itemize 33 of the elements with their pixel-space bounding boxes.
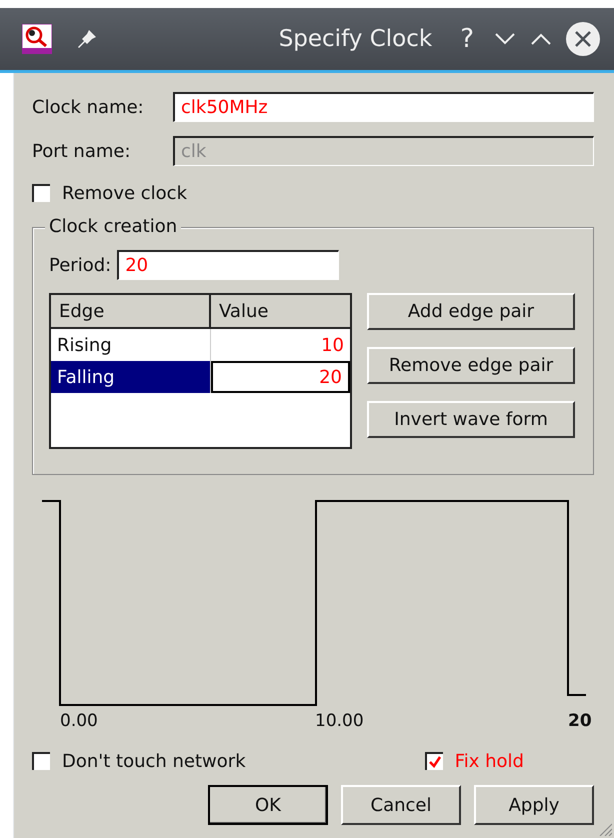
column-header[interactable]: Value (211, 295, 350, 327)
axis-label: 20 (568, 711, 592, 731)
period-field[interactable]: 20 (117, 250, 340, 280)
table-cell[interactable]: 20 (211, 361, 350, 393)
edge-button[interactable]: Add edge pair (367, 293, 575, 330)
checkbox-label: Remove clock (62, 182, 187, 204)
help-button[interactable]: ? (460, 24, 474, 54)
field-label: Port name: (32, 140, 132, 162)
dialog-button[interactable]: OK (208, 785, 328, 825)
table-cell[interactable]: 10 (211, 329, 350, 361)
window-title: Specify Clock (278, 26, 432, 52)
dialog-button[interactable]: Cancel (341, 785, 461, 825)
axis-label: 0.00 (60, 711, 98, 731)
field-label: Clock name: (32, 96, 145, 118)
axis-label: 10.00 (315, 711, 364, 731)
field-label: Period: (49, 254, 112, 276)
clock-name-field[interactable]: clk50MHz (173, 92, 594, 122)
checkbox[interactable] (424, 752, 443, 770)
edge-button[interactable]: Remove edge pair (367, 347, 575, 384)
checkbox-label: Fix hold (454, 750, 524, 772)
maximize-icon[interactable] (530, 32, 552, 46)
checkbox[interactable] (32, 752, 50, 770)
resize-grip-icon[interactable] (598, 822, 612, 836)
close-icon[interactable] (566, 22, 600, 56)
table-cell[interactable]: Falling (51, 361, 211, 393)
dialog-button[interactable]: Apply (474, 785, 594, 825)
pin-icon[interactable] (76, 28, 98, 50)
column-header[interactable]: Edge (51, 295, 211, 327)
minimize-icon[interactable] (494, 32, 516, 46)
checkbox-label: Don't touch network (62, 750, 246, 772)
checkbox[interactable] (32, 184, 50, 202)
app-logo-icon (22, 24, 52, 54)
edge-button[interactable]: Invert wave form (367, 401, 575, 438)
